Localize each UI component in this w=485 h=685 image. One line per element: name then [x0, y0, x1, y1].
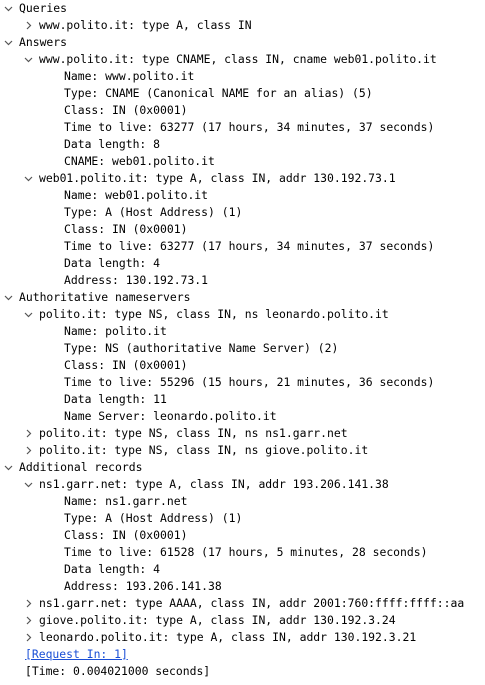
chevron-right-icon[interactable]	[23, 612, 33, 629]
row-label: Name: polito.it	[64, 324, 167, 338]
row-label: www.polito.it: type A, class IN	[39, 18, 252, 32]
row-label: Data length: 11	[64, 392, 167, 406]
row-label: polito.it: type NS, class IN, ns leonard…	[39, 307, 389, 321]
tree-row[interactable]: Answers	[0, 34, 485, 51]
tree-row[interactable]: Address: 193.206.141.38	[0, 578, 485, 595]
row-label: polito.it: type NS, class IN, ns ns1.gar…	[39, 426, 348, 440]
row-label: leonardo.polito.it: type A, class IN, ad…	[39, 630, 417, 644]
tree-row[interactable]: Class: IN (0x0001)	[0, 221, 485, 238]
tree-row[interactable]: Name: web01.polito.it	[0, 187, 485, 204]
chevron-down-icon[interactable]	[23, 51, 33, 68]
row-label: Data length: 4	[64, 562, 161, 576]
row-label: Type: A (Host Address) (1)	[64, 511, 243, 525]
tree-row[interactable]: Name: ns1.garr.net	[0, 493, 485, 510]
row-label: Name: web01.polito.it	[64, 188, 209, 202]
chevron-down-icon[interactable]	[3, 289, 13, 306]
row-label: ns1.garr.net: type A, class IN, addr 193…	[39, 477, 389, 491]
row-label: Authoritative nameservers	[19, 290, 191, 304]
row-label: Data length: 4	[64, 256, 161, 270]
chevron-right-icon[interactable]	[23, 442, 33, 459]
chevron-down-icon[interactable]	[3, 0, 13, 17]
row-label: www.polito.it: type CNAME, class IN, cna…	[39, 52, 437, 66]
chevron-right-icon[interactable]	[23, 17, 33, 34]
tree-row[interactable]: www.polito.it: type A, class IN	[0, 17, 485, 34]
packet-details-tree: Queries www.polito.it: type A, class IN An…	[0, 0, 485, 680]
tree-row[interactable]: Data length: 11	[0, 391, 485, 408]
row-label: Type: CNAME (Canonical NAME for an alias…	[64, 86, 373, 100]
tree-row[interactable]: Class: IN (0x0001)	[0, 102, 485, 119]
tree-row[interactable]: Type: A (Host Address) (1)	[0, 510, 485, 527]
chevron-down-icon[interactable]	[3, 34, 13, 51]
request-in-link[interactable]: [Request In: 1]	[25, 647, 128, 661]
tree-row[interactable]: [Time: 0.004021000 seconds]	[0, 663, 485, 680]
tree-row[interactable]: Authoritative nameservers	[0, 289, 485, 306]
tree-row[interactable]: Type: A (Host Address) (1)	[0, 204, 485, 221]
tree-row[interactable]: polito.it: type NS, class IN, ns ns1.gar…	[0, 425, 485, 442]
row-label: Time to live: 63277 (17 hours, 34 minute…	[64, 120, 435, 134]
row-label: Time to live: 55296 (15 hours, 21 minute…	[64, 375, 435, 389]
chevron-right-icon[interactable]	[23, 629, 33, 646]
tree-row[interactable]: Data length: 4	[0, 255, 485, 272]
tree-row[interactable]: Queries	[0, 0, 485, 17]
row-label: Class: IN (0x0001)	[64, 222, 188, 236]
row-label: Name: ns1.garr.net	[64, 494, 188, 508]
tree-row[interactable]: leonardo.polito.it: type A, class IN, ad…	[0, 629, 485, 646]
row-label: web01.polito.it: type A, class IN, addr …	[39, 171, 396, 185]
tree-row[interactable]: giove.polito.it: type A, class IN, addr …	[0, 612, 485, 629]
tree-row[interactable]: Name Server: leonardo.polito.it	[0, 408, 485, 425]
chevron-down-icon[interactable]	[23, 476, 33, 493]
row-label: CNAME: web01.polito.it	[64, 154, 215, 168]
tree-row[interactable]: web01.polito.it: type A, class IN, addr …	[0, 170, 485, 187]
chevron-down-icon[interactable]	[3, 459, 13, 476]
tree-row[interactable]: Additional records	[0, 459, 485, 476]
chevron-right-icon[interactable]	[23, 595, 33, 612]
tree-row[interactable]: Class: IN (0x0001)	[0, 527, 485, 544]
row-label: Name Server: leonardo.polito.it	[64, 409, 277, 423]
tree-row[interactable]: ns1.garr.net: type A, class IN, addr 193…	[0, 476, 485, 493]
tree-row[interactable]: www.polito.it: type CNAME, class IN, cna…	[0, 51, 485, 68]
tree-row[interactable]: Time to live: 55296 (15 hours, 21 minute…	[0, 374, 485, 391]
tree-row[interactable]: Address: 130.192.73.1	[0, 272, 485, 289]
tree-row[interactable]: Time to live: 61528 (17 hours, 5 minutes…	[0, 544, 485, 561]
row-label: Class: IN (0x0001)	[64, 103, 188, 117]
row-label: Address: 130.192.73.1	[64, 273, 209, 287]
chevron-down-icon[interactable]	[23, 306, 33, 323]
row-label: Time to live: 61528 (17 hours, 5 minutes…	[64, 545, 428, 559]
row-label: Class: IN (0x0001)	[64, 528, 188, 542]
tree-row[interactable]: Time to live: 63277 (17 hours, 34 minute…	[0, 238, 485, 255]
row-label: Class: IN (0x0001)	[64, 358, 188, 372]
row-label: giove.polito.it: type A, class IN, addr …	[39, 613, 396, 627]
tree-row[interactable]: Data length: 4	[0, 561, 485, 578]
row-label: Type: A (Host Address) (1)	[64, 205, 243, 219]
tree-row[interactable]: Name: polito.it	[0, 323, 485, 340]
row-label: Additional records	[19, 460, 143, 474]
tree-row[interactable]: Type: NS (authoritative Name Server) (2)	[0, 340, 485, 357]
row-label: Data length: 8	[64, 137, 161, 151]
tree-row[interactable]: Class: IN (0x0001)	[0, 357, 485, 374]
tree-row[interactable]: Name: www.polito.it	[0, 68, 485, 85]
tree-row[interactable]: polito.it: type NS, class IN, ns giove.p…	[0, 442, 485, 459]
row-label: Answers	[19, 35, 68, 49]
row-label: Name: www.polito.it	[64, 69, 195, 83]
tree-row[interactable]: Type: CNAME (Canonical NAME for an alias…	[0, 85, 485, 102]
row-label: polito.it: type NS, class IN, ns giove.p…	[39, 443, 369, 457]
chevron-down-icon[interactable]	[23, 170, 33, 187]
tree-row[interactable]: ns1.garr.net: type AAAA, class IN, addr …	[0, 595, 485, 612]
row-label: Address: 193.206.141.38	[64, 579, 222, 593]
row-label: Time to live: 63277 (17 hours, 34 minute…	[64, 239, 435, 253]
tree-row[interactable]: CNAME: web01.polito.it	[0, 153, 485, 170]
row-label: Type: NS (authoritative Name Server) (2)	[64, 341, 339, 355]
link-row[interactable]: [Request In: 1]	[0, 646, 485, 663]
row-label: [Time: 0.004021000 seconds]	[25, 664, 211, 678]
tree-row[interactable]: Time to live: 63277 (17 hours, 34 minute…	[0, 119, 485, 136]
tree-row[interactable]: Data length: 8	[0, 136, 485, 153]
tree-row[interactable]: polito.it: type NS, class IN, ns leonard…	[0, 306, 485, 323]
row-label: ns1.garr.net: type AAAA, class IN, addr …	[39, 596, 465, 610]
chevron-right-icon[interactable]	[23, 425, 33, 442]
row-label: Queries	[19, 1, 68, 15]
